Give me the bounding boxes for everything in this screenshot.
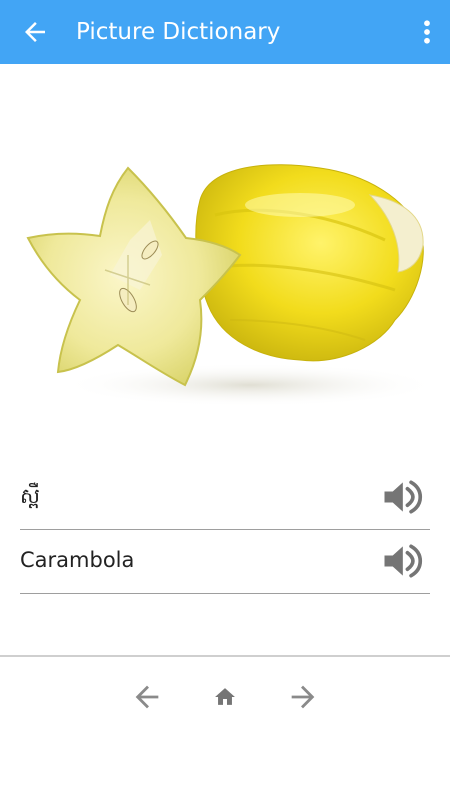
more-vert-icon[interactable] — [420, 17, 434, 47]
picture-area — [0, 64, 450, 454]
home-icon[interactable] — [208, 680, 242, 714]
speaker-icon[interactable] — [378, 475, 424, 519]
app-bar: Picture Dictionary — [0, 0, 450, 64]
page-title: Picture Dictionary — [76, 19, 281, 45]
entry-row-english: Carambola — [20, 529, 430, 594]
arrow-right-icon[interactable] — [286, 680, 320, 714]
arrow-back-icon[interactable] — [20, 17, 50, 47]
starfruit-image — [26, 164, 440, 407]
arrow-left-icon[interactable] — [130, 680, 164, 714]
bottom-divider — [0, 655, 450, 657]
speaker-icon[interactable] — [378, 539, 424, 583]
word-khmer: ស្ពឺ — [20, 484, 40, 508]
word-english: Carambola — [20, 548, 135, 572]
entry-row-khmer: ស្ពឺ — [20, 465, 430, 530]
